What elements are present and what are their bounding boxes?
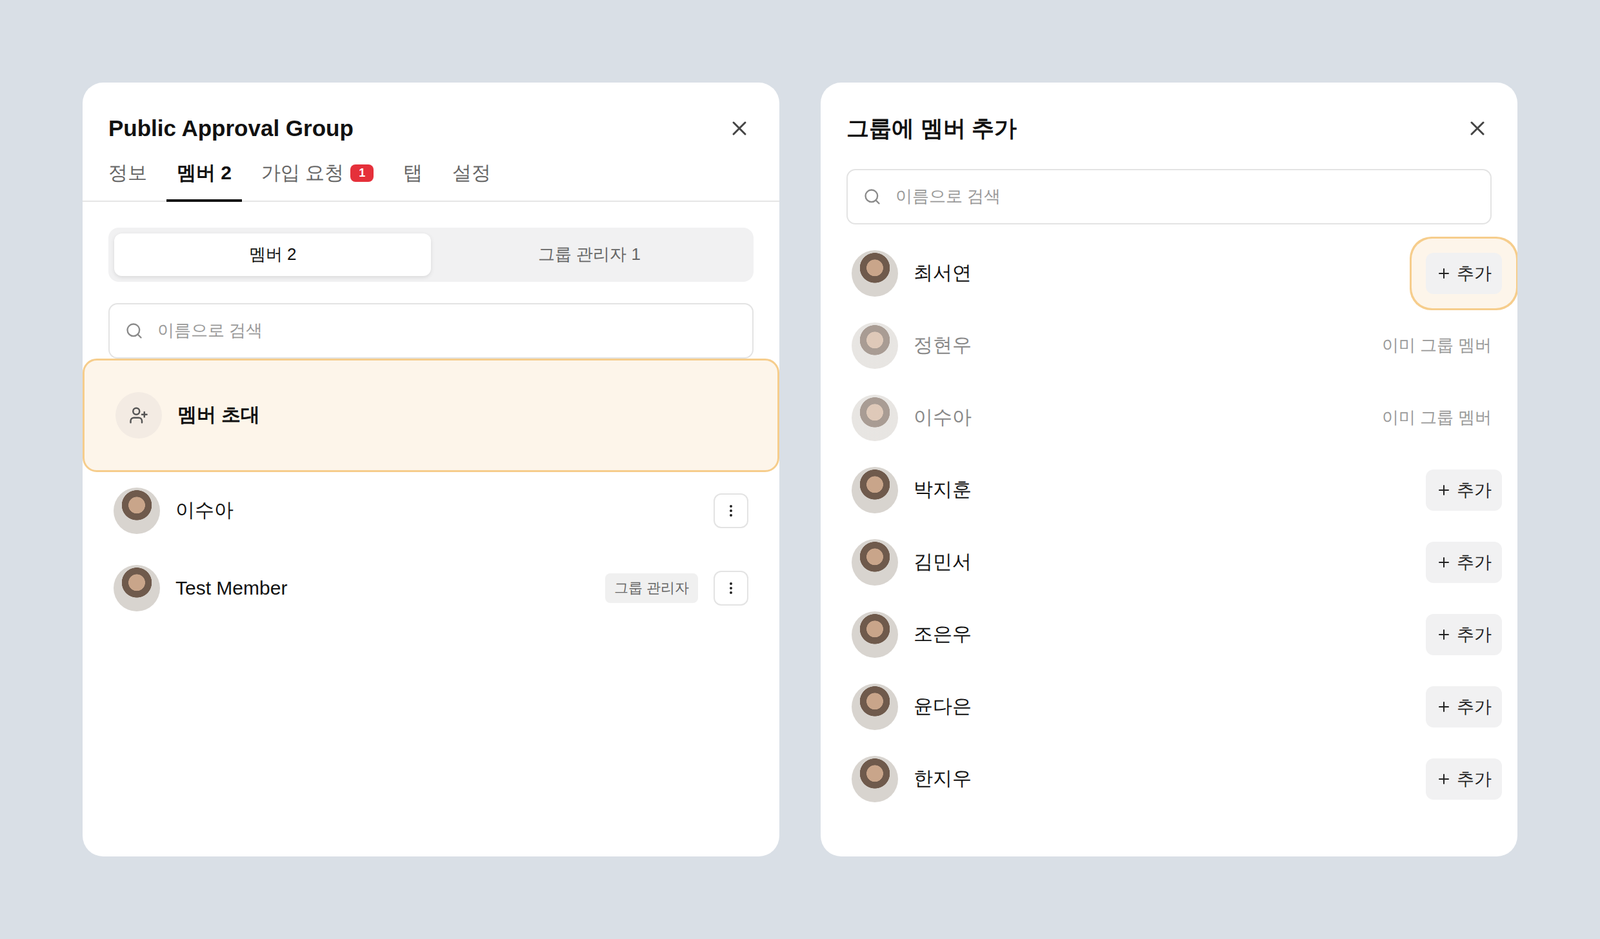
invite-icon-circle bbox=[115, 392, 162, 439]
avatar bbox=[851, 539, 899, 586]
person-name: 조은우 bbox=[913, 621, 1411, 648]
close-button[interactable] bbox=[725, 114, 754, 143]
search-input[interactable] bbox=[894, 185, 1475, 208]
person-name: 박지훈 bbox=[913, 476, 1411, 504]
person-name: 김민서 bbox=[913, 549, 1411, 576]
avatar bbox=[851, 250, 899, 297]
count-badge: 1 bbox=[350, 164, 374, 182]
panel-body: 최서연추가정현우이미 그룹 멤버이수아이미 그룹 멤버박지훈추가김민서추가조은우… bbox=[820, 143, 1518, 816]
person-name: 정현우 bbox=[913, 332, 1367, 359]
search-field[interactable] bbox=[846, 169, 1492, 225]
person-row: 박지훈추가 bbox=[846, 454, 1492, 527]
member-name: Test Member bbox=[175, 577, 590, 600]
more-button[interactable] bbox=[713, 493, 749, 529]
search-field[interactable] bbox=[108, 303, 754, 359]
avatar bbox=[851, 611, 899, 659]
member-status: 이미 그룹 멤버 bbox=[1381, 406, 1492, 430]
member-row: 이수아 bbox=[82, 472, 780, 550]
panel-title: 그룹에 멤버 추가 bbox=[846, 113, 1017, 144]
person-name: 한지우 bbox=[913, 765, 1411, 793]
search-icon bbox=[125, 321, 144, 340]
segment[interactable]: 멤버 2 bbox=[114, 233, 431, 277]
people-list: 최서연추가정현우이미 그룹 멤버이수아이미 그룹 멤버박지훈추가김민서추가조은우… bbox=[846, 237, 1492, 816]
avatar bbox=[113, 565, 160, 612]
tab-bar: 정보멤버 2가입 요청1탭설정 bbox=[82, 143, 780, 202]
avatar bbox=[113, 487, 160, 535]
group-panel: Public Approval Group정보멤버 2가입 요청1탭설정멤버 2… bbox=[82, 82, 780, 857]
person-name: 윤다은 bbox=[913, 693, 1411, 720]
invite-row[interactable]: 멤버 초대 bbox=[82, 358, 780, 473]
person-row: 정현우 이미 그룹 멤버 bbox=[846, 309, 1492, 382]
person-row: 윤다은추가 bbox=[846, 670, 1492, 744]
add-button[interactable]: 추가 bbox=[1425, 252, 1502, 295]
person-row: 최서연추가 bbox=[846, 237, 1492, 310]
close-icon bbox=[727, 116, 751, 140]
segment[interactable]: 그룹 관리자 1 bbox=[430, 233, 748, 277]
add-button[interactable]: 추가 bbox=[1425, 614, 1502, 656]
more-icon bbox=[723, 503, 739, 519]
person-name: 이수아 bbox=[913, 404, 1367, 431]
member-list: 멤버 초대이수아 Test Member 그룹 관리자 bbox=[82, 358, 780, 628]
panel-title: Public Approval Group bbox=[108, 113, 354, 144]
member-row: Test Member 그룹 관리자 bbox=[82, 549, 780, 628]
add-member-panel: 그룹에 멤버 추가최서연추가정현우이미 그룹 멤버이수아이미 그룹 멤버박지훈추… bbox=[820, 82, 1518, 857]
panel-header: Public Approval Group bbox=[82, 82, 780, 144]
person-row: 조은우추가 bbox=[846, 598, 1492, 671]
avatar bbox=[851, 322, 899, 370]
tab[interactable]: 정보 bbox=[98, 157, 158, 202]
add-button[interactable]: 추가 bbox=[1425, 469, 1502, 511]
plus-icon bbox=[1436, 482, 1452, 499]
plus-icon bbox=[1436, 771, 1452, 788]
plus-icon bbox=[1436, 554, 1452, 571]
tab[interactable]: 탭 bbox=[392, 157, 433, 202]
user-plus-icon bbox=[129, 405, 149, 426]
more-icon bbox=[723, 580, 739, 597]
person-row: 김민서추가 bbox=[846, 526, 1492, 599]
plus-icon bbox=[1436, 699, 1452, 715]
add-button[interactable]: 추가 bbox=[1425, 686, 1502, 728]
avatar bbox=[851, 467, 899, 514]
add-button[interactable]: 추가 bbox=[1425, 541, 1502, 584]
plus-icon bbox=[1436, 627, 1452, 643]
member-name: 이수아 bbox=[175, 497, 699, 524]
person-row: 한지우추가 bbox=[846, 743, 1492, 816]
page: Public Approval Group정보멤버 2가입 요청1탭설정멤버 2… bbox=[0, 0, 1600, 939]
add-button[interactable]: 추가 bbox=[1425, 758, 1502, 800]
tab[interactable]: 가입 요청1 bbox=[250, 157, 384, 202]
member-status: 이미 그룹 멤버 bbox=[1381, 334, 1492, 357]
tab[interactable]: 멤버 2 bbox=[166, 157, 242, 202]
person-row: 이수아 이미 그룹 멤버 bbox=[846, 381, 1492, 455]
tab[interactable]: 설정 bbox=[441, 157, 502, 202]
search-input[interactable] bbox=[156, 320, 737, 342]
avatar bbox=[851, 756, 899, 803]
search-icon bbox=[863, 187, 882, 206]
person-name: 최서연 bbox=[913, 260, 1411, 287]
close-button[interactable] bbox=[1463, 114, 1492, 143]
plus-icon bbox=[1436, 265, 1452, 282]
segmented-control: 멤버 2그룹 관리자 1 bbox=[108, 227, 754, 282]
role-badge: 그룹 관리자 bbox=[605, 573, 699, 604]
invite-label: 멤버 초대 bbox=[177, 401, 752, 429]
avatar bbox=[851, 394, 899, 442]
panel-header: 그룹에 멤버 추가 bbox=[820, 82, 1518, 144]
panel-body: 멤버 2그룹 관리자 1 bbox=[82, 201, 780, 359]
more-button[interactable] bbox=[713, 570, 749, 606]
close-icon bbox=[1465, 116, 1490, 140]
avatar bbox=[851, 683, 899, 731]
